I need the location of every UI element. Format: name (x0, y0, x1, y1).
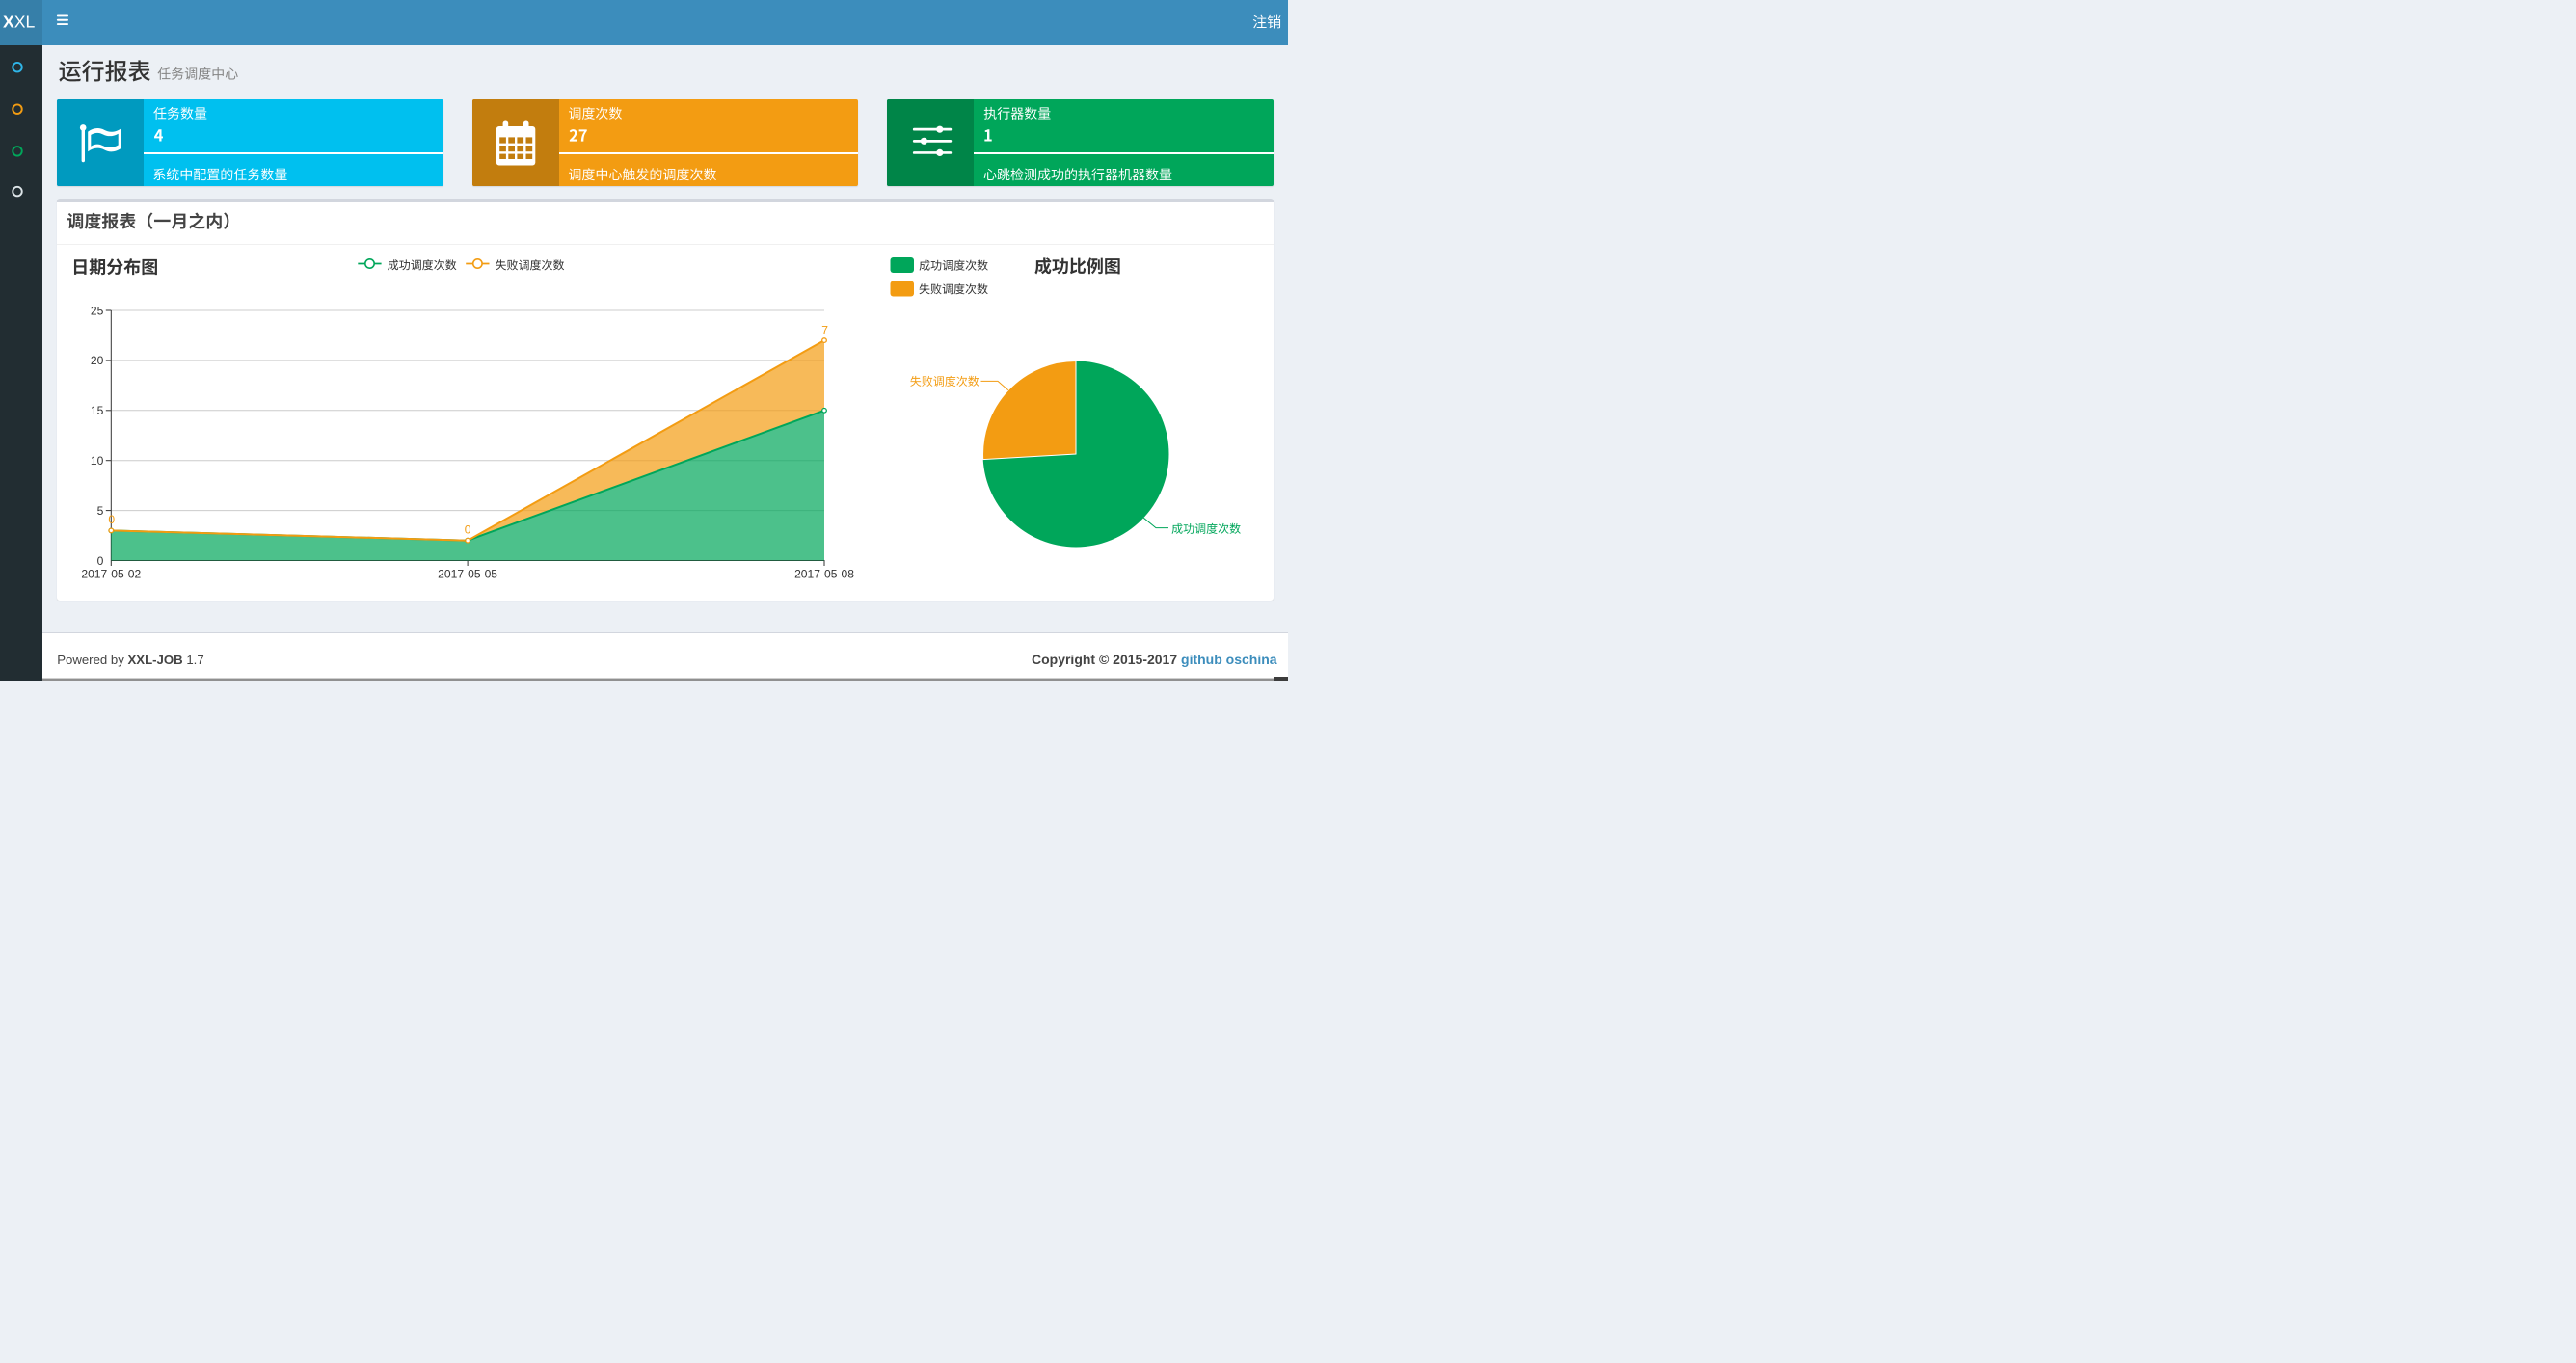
svg-text:0: 0 (108, 513, 115, 526)
svg-text:25: 25 (91, 304, 104, 317)
svg-text:2017-05-05: 2017-05-05 (438, 568, 497, 581)
svg-text:0: 0 (97, 554, 104, 568)
svg-text:0: 0 (465, 522, 471, 536)
svg-text:Powered by XXL-JOB 1.7: Powered by XXL-JOB 1.7 (57, 653, 203, 667)
svg-text:2017-05-02: 2017-05-02 (81, 568, 141, 581)
svg-text:20: 20 (91, 354, 104, 367)
svg-text:15: 15 (91, 404, 104, 417)
svg-text:Copyright © 2015-2017 github: Copyright © 2015-2017 github oschina (1032, 652, 1277, 667)
svg-text:2017-05-08: 2017-05-08 (794, 568, 854, 581)
svg-text:7: 7 (821, 323, 828, 336)
svg-text:10: 10 (91, 454, 104, 468)
svg-text:XXL: XXL (3, 12, 35, 31)
svg-text:5: 5 (97, 504, 104, 518)
